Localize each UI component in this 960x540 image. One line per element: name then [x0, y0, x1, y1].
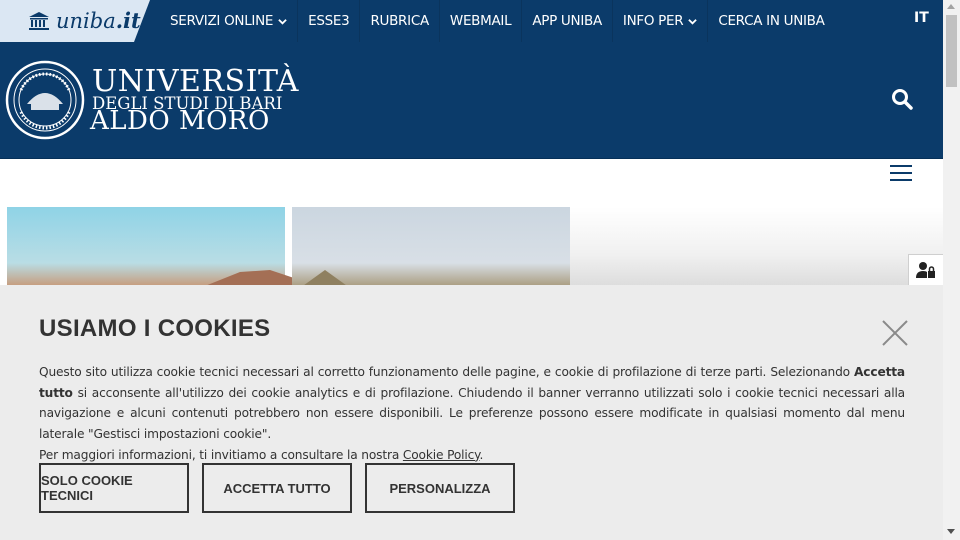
only-technical-cookies-button[interactable]: SOLO COOKIE TECNICI	[39, 463, 189, 513]
university-seal-logo[interactable]	[5, 60, 85, 140]
chevron-down-icon	[688, 18, 698, 25]
search-icon[interactable]	[891, 88, 913, 110]
nav-rubrica[interactable]: RUBRICA	[360, 0, 440, 42]
accept-all-button[interactable]: ACCETTA TUTTO	[202, 463, 352, 513]
nav-cerca-in-uniba[interactable]: CERCA IN UNIBA	[708, 0, 834, 42]
vertical-scrollbar[interactable]	[943, 0, 960, 540]
brand-wordmark: uniba.it	[56, 8, 141, 33]
customize-button[interactable]: PERSONALIZZA	[365, 463, 515, 513]
brand-link[interactable]: uniba.it	[0, 0, 150, 42]
nav-webmail[interactable]: WEBMAIL	[440, 0, 523, 42]
nav-app-uniba[interactable]: APP UNIBA	[522, 0, 613, 42]
site-header: UNIVERSITÀ DEGLI STUDI DI BARI ALDO MORO	[0, 42, 943, 159]
logo-title-aldo-moro: ALDO MORO	[90, 106, 270, 136]
scroll-up-arrow-icon[interactable]	[947, 4, 955, 9]
hero-placeholder	[570, 207, 943, 287]
hero-image-2[interactable]	[292, 207, 570, 287]
cookie-policy-link[interactable]: Cookie Policy	[403, 448, 480, 462]
close-icon[interactable]	[881, 319, 909, 347]
hamburger-menu-icon[interactable]	[890, 165, 912, 183]
user-lock-icon	[916, 262, 935, 278]
language-switcher[interactable]: IT	[914, 10, 929, 26]
chevron-down-icon	[278, 18, 287, 25]
building-columns-icon	[29, 12, 49, 30]
cookie-banner-text: Questo sito utilizza cookie tecnici nece…	[39, 365, 905, 462]
scrollbar-thumb[interactable]	[946, 15, 957, 87]
top-nav-menu: SERVIZI ONLINE ESSE3 RUBRICA WEBMAIL APP…	[160, 0, 835, 42]
nav-esse3[interactable]: ESSE3	[298, 0, 361, 42]
top-navigation-bar: uniba.it SERVIZI ONLINE ESSE3 RUBRICA WE…	[0, 0, 943, 42]
nav-servizi-online[interactable]: SERVIZI ONLINE	[160, 0, 299, 42]
accessibility-tab[interactable]	[908, 254, 943, 286]
cookie-banner-title: USIAMO I COOKIES	[39, 315, 271, 342]
cookie-banner: USIAMO I COOKIES Questo sito utilizza co…	[0, 285, 943, 540]
scroll-down-arrow-icon[interactable]	[947, 529, 955, 534]
nav-info-per[interactable]: INFO PER	[613, 0, 709, 42]
